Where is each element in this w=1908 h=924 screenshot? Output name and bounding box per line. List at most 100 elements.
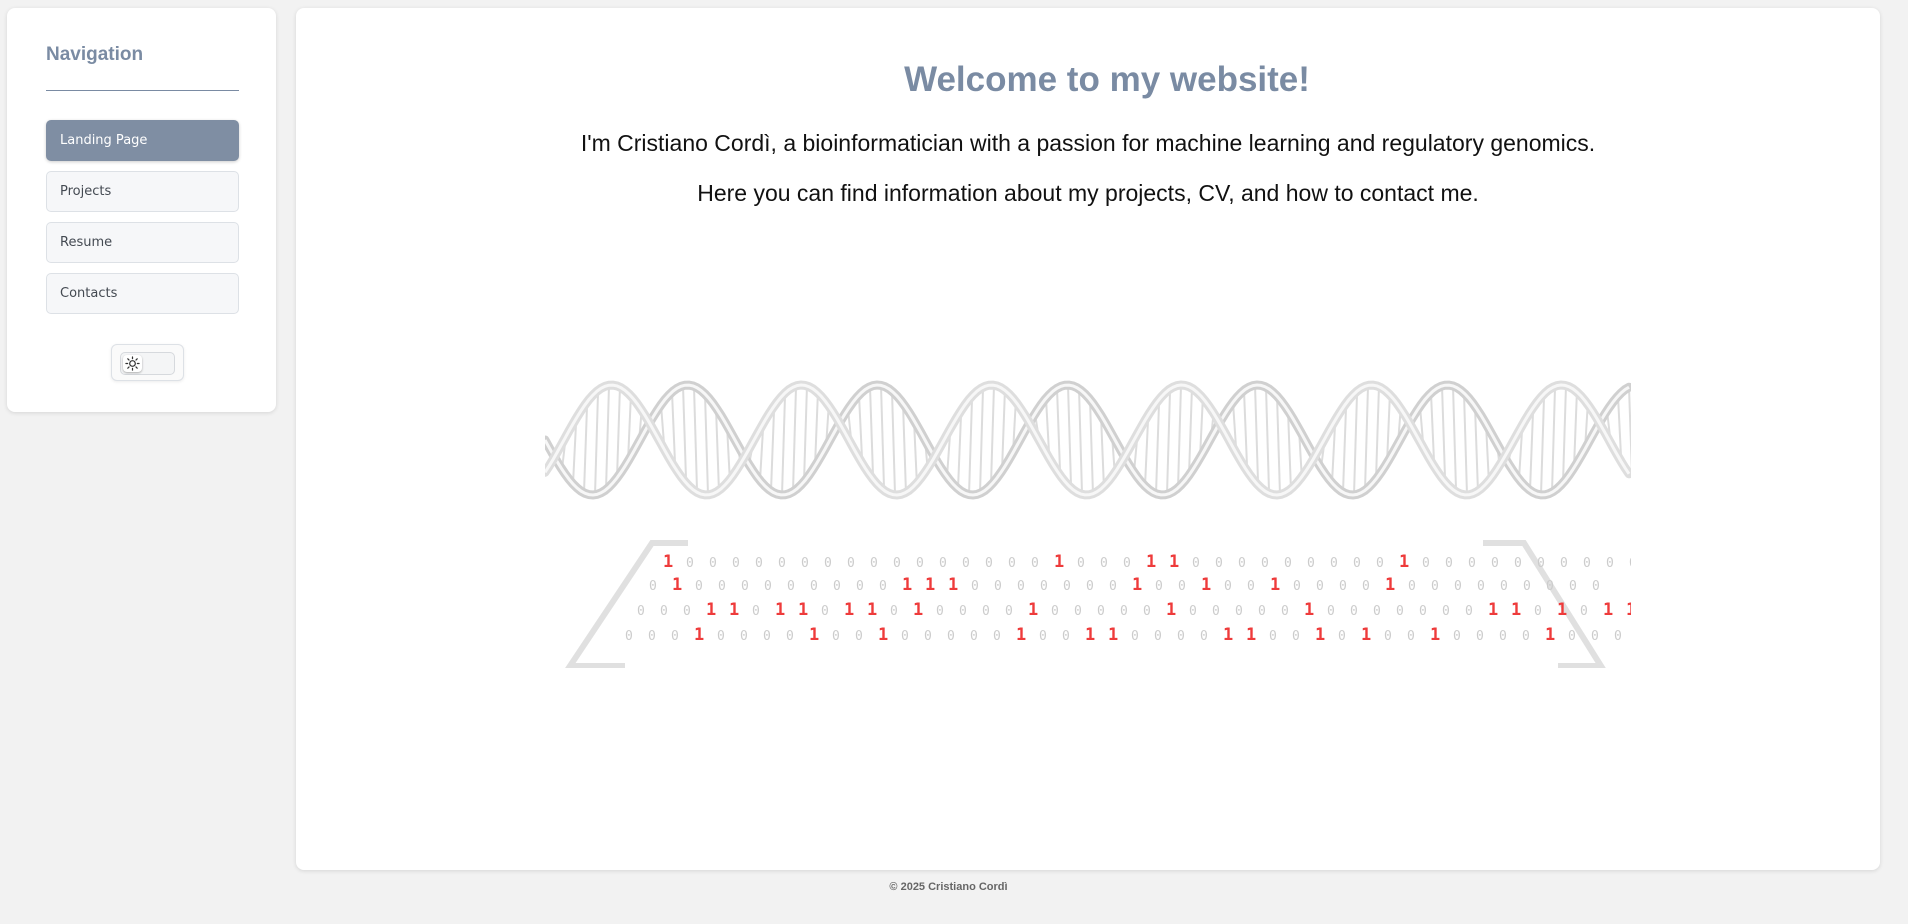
dna-base-pair	[616, 385, 621, 478]
binary-zero: 0	[1330, 556, 1338, 571]
binary-zero: 0	[1200, 629, 1208, 644]
dna-base-pair	[1617, 395, 1622, 457]
nav-item-landing-page[interactable]: Landing Page	[46, 120, 239, 161]
binary-one: 1	[1223, 625, 1233, 645]
dna-base-pair	[1078, 388, 1083, 494]
dna-base-pair	[803, 385, 808, 482]
binary-zero: 0	[717, 629, 725, 644]
nav-item-contacts[interactable]: Contacts	[46, 273, 239, 314]
dna-base-pair	[891, 391, 896, 495]
footer-copyright: © 2025 Cristiano Cordì	[889, 881, 1008, 893]
binary-one: 1	[1603, 600, 1613, 620]
dna-base-pair	[1562, 385, 1567, 483]
binary-one: 1	[878, 625, 888, 645]
binary-zero: 0	[1499, 629, 1507, 644]
binary-one: 1	[1399, 552, 1409, 572]
dna-base-pair	[1188, 386, 1193, 476]
binary-zero: 0	[660, 604, 668, 619]
binary-zero: 0	[1537, 556, 1545, 571]
binary-zero: 0	[1476, 629, 1484, 644]
dna-helix	[545, 380, 1631, 500]
binary-zero: 0	[924, 629, 932, 644]
binary-zero: 0	[1261, 556, 1269, 571]
binary-one: 1	[1201, 575, 1211, 595]
binary-zero: 0	[764, 579, 772, 594]
binary-zero: 0	[821, 604, 829, 619]
binary-zero: 0	[1560, 556, 1568, 571]
binary-zero: 0	[1431, 579, 1439, 594]
dna-base-pair	[1276, 395, 1281, 496]
binary-one: 1	[948, 575, 958, 595]
binary-one: 1	[1545, 625, 1555, 645]
binary-zero: 0	[1269, 629, 1277, 644]
dna-base-pair	[1155, 403, 1160, 494]
dna-base-pair	[1529, 412, 1534, 491]
dna-base-pair	[1089, 399, 1094, 495]
binary-zero: 0	[1100, 556, 1108, 571]
theme-toggle-knob[interactable]	[123, 355, 142, 372]
binary-zero: 0	[648, 629, 656, 644]
nav-item-resume[interactable]: Resume	[46, 222, 239, 263]
binary-zero: 0	[1154, 629, 1162, 644]
binary-zero: 0	[824, 556, 832, 571]
binary-one: 1	[663, 552, 673, 572]
binary-one: 1	[1304, 600, 1314, 620]
binary-zero: 0	[1500, 579, 1508, 594]
binary-zero: 0	[879, 579, 887, 594]
dna-base-pair	[1551, 387, 1556, 493]
binary-zero: 0	[1292, 629, 1300, 644]
nav-title: Navigation	[46, 44, 144, 65]
binary-zero: 0	[778, 556, 786, 571]
dna-base-pair	[594, 392, 599, 495]
binary-zero: 0	[1120, 604, 1128, 619]
binary-zero: 0	[1445, 556, 1453, 571]
binary-zero: 0	[947, 629, 955, 644]
nav-item-projects[interactable]: Projects	[46, 171, 239, 212]
dna-base-pair	[572, 423, 577, 485]
theme-toggle[interactable]	[111, 344, 184, 381]
binary-zero: 0	[1606, 556, 1614, 571]
binary-zero: 0	[993, 629, 1001, 644]
dna-base-pair	[1177, 385, 1182, 488]
binary-zero: 0	[1339, 579, 1347, 594]
binary-zero: 0	[1238, 556, 1246, 571]
binary-zero: 0	[1131, 629, 1139, 644]
dna-base-pair	[1474, 406, 1479, 493]
dna-base-pair	[1056, 388, 1061, 471]
binary-zero: 0	[810, 579, 818, 594]
binary-one: 1	[844, 600, 854, 620]
binary-zero: 0	[1362, 579, 1370, 594]
binary-one: 1	[694, 625, 704, 645]
binary-zero: 0	[1281, 604, 1289, 619]
binary-zero: 0	[1592, 579, 1600, 594]
binary-zero: 0	[1074, 604, 1082, 619]
binary-zero: 0	[1247, 579, 1255, 594]
nav-divider	[46, 90, 239, 91]
binary-zero: 0	[1614, 629, 1622, 644]
binary-one: 1	[1166, 600, 1176, 620]
binary-zero: 0	[1077, 556, 1085, 571]
binary-zero: 0	[695, 579, 703, 594]
dna-base-pair	[902, 403, 907, 494]
theme-toggle-track[interactable]	[120, 352, 175, 375]
binary-one: 1	[706, 600, 716, 620]
dna-base-pair	[1243, 390, 1248, 467]
binary-zero: 0	[1212, 604, 1220, 619]
binary-zero: 0	[1284, 556, 1292, 571]
binary-zero: 0	[1442, 604, 1450, 619]
binary-one: 1	[1054, 552, 1064, 572]
binary-one: 1	[1246, 625, 1256, 645]
binary-one: 1	[1488, 600, 1498, 620]
dna-base-pair	[693, 386, 698, 491]
binary-zero: 0	[855, 629, 863, 644]
binary-zero: 0	[1376, 556, 1384, 571]
binary-one: 1	[1016, 625, 1026, 645]
binary-one: 1	[1028, 600, 1038, 620]
binary-zero: 0	[1384, 629, 1392, 644]
binary-one: 1	[925, 575, 935, 595]
binary-zero: 0	[786, 629, 794, 644]
binary-one: 1	[1385, 575, 1395, 595]
binary-one: 1	[1511, 600, 1521, 620]
binary-zero: 0	[939, 556, 947, 571]
binary-one: 1	[902, 575, 912, 595]
